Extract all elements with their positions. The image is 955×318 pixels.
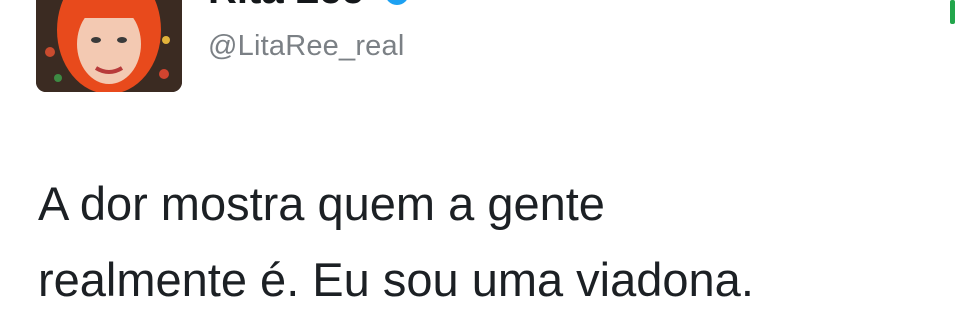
verified-badge-icon	[387, 0, 407, 5]
scroll-indicator	[950, 0, 955, 24]
tweet-text-line: A dor mostra quem a gente	[38, 177, 605, 230]
profile-photo-red-hair-icon	[36, 0, 182, 92]
author-handle[interactable]: @LitaRee_real	[208, 30, 404, 63]
profile-avatar[interactable]	[36, 0, 182, 92]
tweet-text: A dor mostra quem a gente realmente é. E…	[38, 166, 918, 318]
tweet-text-line: realmente é. Eu sou uma viadona.	[38, 253, 754, 306]
author-display-name[interactable]: Rita Lee	[208, 0, 364, 10]
